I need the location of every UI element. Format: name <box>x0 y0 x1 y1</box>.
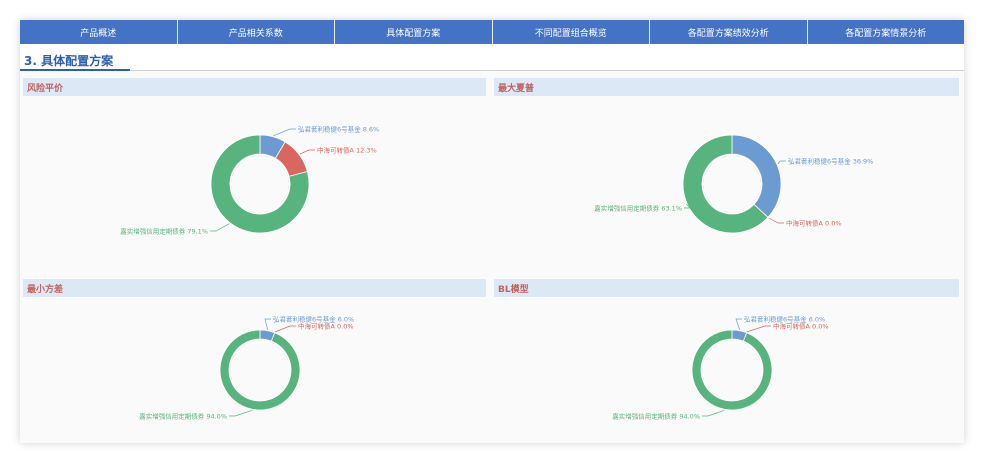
slice-max-sharpe-0[interactable] <box>731 134 782 218</box>
leader-line-min-variance-2 <box>229 409 253 417</box>
leader-line-risk-parity-2 <box>210 223 230 232</box>
leader-line-bl-model-2 <box>702 409 725 417</box>
slice-bl-model-2[interactable] <box>691 329 773 411</box>
donut-charts: 弘君套利稳健6号基金 8.6% 中海可转债A 12.3% 嘉实增强信用定期债券 79… <box>120 124 873 420</box>
leader-line-max-sharpe-0 <box>777 160 786 165</box>
leader-line-max-sharpe-1 <box>768 217 784 224</box>
leader-line-bl-model-0 <box>735 318 742 330</box>
leader-line-risk-parity-0 <box>273 128 296 137</box>
slice-label-bl-model-2: 嘉实增强信用定期债券 94.0% <box>612 411 700 420</box>
slice-label-risk-parity-2: 嘉实增强信用定期债券 79.1% <box>120 226 208 235</box>
leader-line-bl-model-1 <box>746 325 771 333</box>
slice-min-variance-2[interactable] <box>219 329 301 411</box>
slice-label-min-variance-2: 嘉实增强信用定期债券 94.0% <box>139 411 227 420</box>
report-frame: 产品概述 产品相关系数 具体配置方案 不同配置组合概览 各配置方案绩效分析 各配… <box>20 20 964 443</box>
slice-label-bl-model-1: 中海可转债A 0.0% <box>773 321 829 330</box>
slice-label-max-sharpe-1: 中海可转债A 0.0% <box>786 218 842 227</box>
leader-line-risk-parity-1 <box>299 149 315 155</box>
leader-line-min-variance-0 <box>264 318 271 330</box>
slice-label-risk-parity-0: 弘君套利稳健6号基金 8.6% <box>298 124 379 133</box>
slice-label-max-sharpe-2: 嘉实增强信用定期债券 63.1% <box>594 203 682 212</box>
leader-line-min-variance-1 <box>274 325 296 333</box>
slice-label-max-sharpe-0: 弘君套利稳健6号基金 36.9% <box>788 156 873 165</box>
slice-label-min-variance-1: 中海可转债A 0.0% <box>298 321 354 330</box>
slice-label-risk-parity-1: 中海可转债A 12.3% <box>317 145 377 154</box>
